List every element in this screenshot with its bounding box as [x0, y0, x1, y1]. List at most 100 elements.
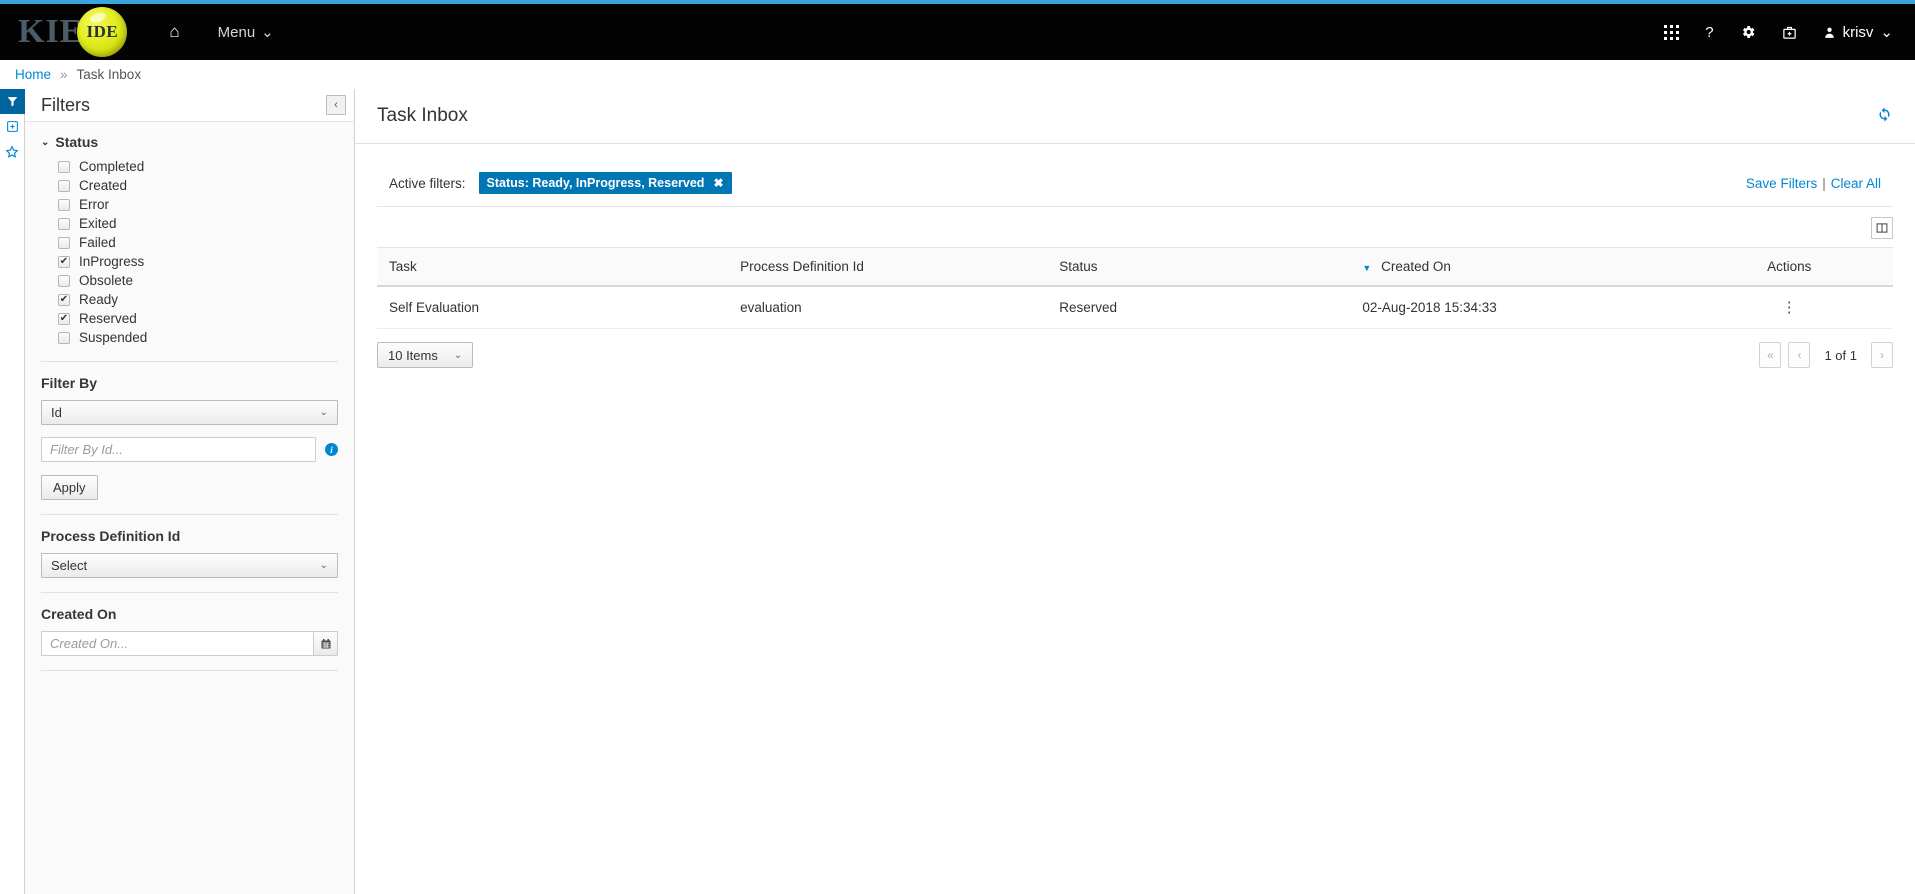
table-head: Task Process Definition Id Status ▼ Crea…	[377, 247, 1893, 287]
status-badge: Status: Ready, InProgress, Reserved ✖	[478, 172, 732, 194]
brand-orb-icon: IDE	[77, 7, 128, 57]
user-menu[interactable]: krisv ⌄	[1823, 23, 1893, 41]
clear-all-link[interactable]: Clear All	[1831, 176, 1881, 191]
prev-page-button[interactable]: ‹	[1788, 342, 1811, 368]
page-title: Task Inbox	[377, 105, 468, 126]
page-body: Filters ‹ ⌄ Status Completed Created Error…	[0, 89, 1915, 894]
status-checkbox-label: Obsolete	[79, 273, 134, 288]
first-page-button[interactable]: «	[1759, 342, 1782, 368]
status-checkbox-ready[interactable]: ✔ Ready	[41, 290, 338, 309]
created-on-input[interactable]	[41, 631, 313, 656]
separator: |	[1822, 175, 1826, 191]
status-checkbox-failed[interactable]: Failed	[41, 233, 338, 252]
breadcrumb-home-link[interactable]: Home	[15, 67, 51, 82]
process-definition-id-select[interactable]: Select ⌄	[41, 553, 338, 578]
status-checkbox-label: Completed	[79, 159, 145, 174]
suitcase-icon[interactable]	[1782, 25, 1797, 40]
page-size-select[interactable]: 10 Items ⌄	[377, 342, 474, 368]
divider	[41, 592, 338, 593]
column-header-created-on[interactable]: ▼ Created On	[1350, 247, 1686, 287]
cell-task: Self Evaluation	[377, 286, 729, 329]
cell-process-definition-id: evaluation	[728, 286, 1048, 329]
checkbox-icon[interactable]: ✔	[58, 312, 70, 325]
checkbox-icon[interactable]: ✔	[58, 293, 70, 306]
checkbox-icon[interactable]	[58, 236, 70, 249]
filters-title: Filters	[41, 94, 90, 115]
calendar-icon[interactable]	[313, 631, 338, 656]
filter-by-input[interactable]	[41, 437, 316, 462]
checkbox-icon[interactable]	[58, 274, 70, 287]
status-section-header[interactable]: ⌄ Status	[41, 134, 338, 150]
status-checkbox-suspended[interactable]: Suspended	[41, 328, 338, 347]
brand-text: KIE	[18, 13, 84, 50]
filter-by-select[interactable]: Id ⌄	[41, 400, 338, 425]
gear-icon[interactable]	[1740, 24, 1756, 40]
home-icon[interactable]: ⌂	[169, 22, 179, 42]
checkbox-icon[interactable]	[58, 160, 70, 173]
filters-panel-header: Filters ‹	[25, 89, 354, 122]
process-definition-id-value: Select	[51, 558, 88, 573]
active-filters-label: Active filters:	[389, 175, 466, 191]
divider	[41, 361, 338, 362]
sort-desc-icon: ▼	[1362, 263, 1372, 273]
column-header-task[interactable]: Task	[377, 247, 729, 287]
info-icon[interactable]: i	[325, 443, 338, 456]
brand-orb-label: IDE	[86, 22, 119, 41]
chevron-down-icon: ⌄	[261, 24, 274, 41]
checkbox-icon[interactable]	[58, 331, 70, 344]
columns-icon[interactable]	[1871, 217, 1893, 239]
filters-panel: Filters ‹ ⌄ Status Completed Created Error…	[25, 89, 355, 894]
checkbox-icon[interactable]	[58, 198, 70, 211]
filter-icon[interactable]	[0, 89, 25, 114]
active-filters-left: Active filters: Status: Ready, InProgres…	[389, 172, 732, 194]
created-on-label: Created On	[41, 606, 117, 622]
checkbox-icon[interactable]: ✔	[58, 255, 70, 268]
column-label: Status	[1059, 259, 1098, 274]
next-page-button[interactable]: ›	[1871, 342, 1893, 368]
column-header-status[interactable]: Status	[1047, 247, 1351, 287]
menu-label: Menu	[217, 23, 256, 41]
row-actions-kebab-icon[interactable]: ⋮	[1685, 286, 1893, 329]
column-header-process-definition-id[interactable]: Process Definition Id	[728, 247, 1048, 287]
brand-logo[interactable]: KIE IDE	[0, 7, 128, 57]
status-checkbox-list: Completed Created Error Exited Failed ✔ InProg…	[41, 157, 338, 347]
pagination-bar: 10 Items ⌄ « ‹ 1 of 1 ›	[377, 329, 1893, 368]
status-checkbox-reserved[interactable]: ✔ Reserved	[41, 309, 338, 328]
chevron-down-icon: ⌄	[41, 136, 50, 148]
close-icon[interactable]: ✖	[713, 176, 723, 190]
status-checkbox-created[interactable]: Created	[41, 176, 338, 195]
status-checkbox-label: Error	[79, 197, 109, 212]
save-filters-link[interactable]: Save Filters	[1746, 176, 1817, 191]
status-checkbox-completed[interactable]: Completed	[41, 157, 338, 176]
checkbox-icon[interactable]	[58, 179, 70, 192]
pagination-controls: « ‹ 1 of 1 ›	[1759, 342, 1893, 368]
main-body: Active filters: Status: Ready, InProgres…	[355, 144, 1915, 368]
status-checkbox-inprogress[interactable]: ✔ InProgress	[41, 252, 338, 271]
grid-icon[interactable]	[1664, 24, 1680, 40]
checkbox-icon[interactable]	[58, 217, 70, 230]
user-name: krisv	[1842, 23, 1874, 41]
divider	[41, 670, 338, 671]
status-checkbox-label: Suspended	[79, 330, 148, 345]
filter-actions: Save Filters | Clear All	[1746, 176, 1881, 191]
table-row[interactable]: Self Evaluation evaluation Reserved 02-Aug-…	[377, 286, 1893, 329]
chevron-down-icon: ⌄	[319, 560, 328, 571]
status-checkbox-label: InProgress	[79, 254, 145, 269]
filters-panel-body: ⌄ Status Completed Created Error Exited Fail…	[25, 122, 354, 684]
status-checkbox-exited[interactable]: Exited	[41, 214, 338, 233]
column-label: Task	[389, 259, 417, 274]
apply-filter-button[interactable]: Apply	[41, 475, 98, 500]
status-checkbox-error[interactable]: Error	[41, 195, 338, 214]
help-icon[interactable]: ?	[1705, 25, 1713, 40]
masthead-actions: ? krisv ⌄	[1664, 4, 1893, 60]
main-header: Task Inbox	[355, 89, 1915, 144]
plus-square-icon[interactable]	[0, 114, 25, 139]
star-icon[interactable]	[0, 139, 25, 164]
status-checkbox-obsolete[interactable]: Obsolete	[41, 271, 338, 290]
column-label: Process Definition Id	[740, 259, 864, 274]
status-section-label: Status	[55, 134, 99, 150]
collapse-sidebar-button[interactable]: ‹	[326, 95, 346, 115]
refresh-icon[interactable]	[1876, 106, 1893, 126]
menu-dropdown[interactable]: Menu ⌄	[217, 23, 274, 42]
filter-by-label: Filter By	[41, 375, 98, 391]
